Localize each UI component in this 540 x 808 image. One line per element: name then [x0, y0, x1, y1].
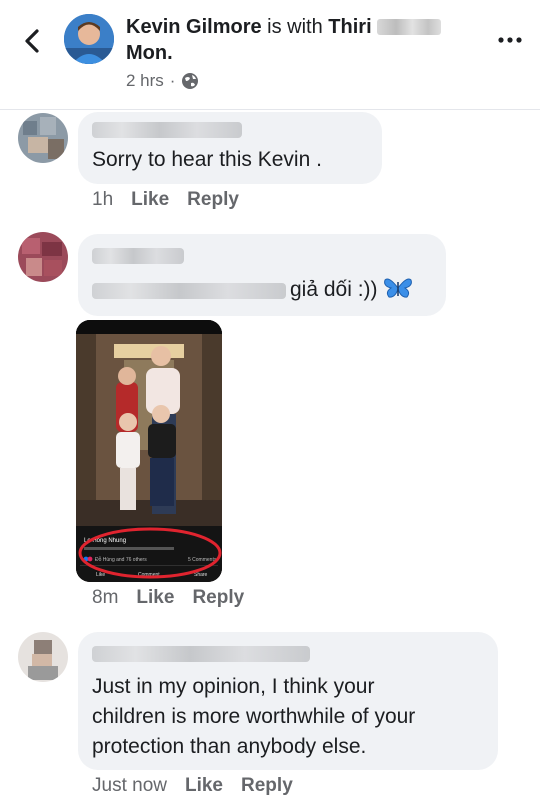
butterfly-emoji-icon — [384, 278, 413, 298]
with-text: is with — [261, 16, 329, 38]
like-button[interactable]: Like — [136, 587, 174, 609]
like-button[interactable]: Like — [131, 189, 169, 211]
comment-bubble: Sorry to hear this Kevin . — [78, 112, 382, 184]
commenter-name-blurred[interactable] — [92, 646, 310, 662]
post-header: Kevin Gilmore is with Thiri Mon. 2 hrs · — [0, 0, 540, 110]
globe-icon — [182, 73, 199, 89]
blurred-name-part — [377, 19, 442, 35]
comment-time[interactable]: Just now — [92, 775, 167, 797]
photo-share: Share — [194, 572, 208, 578]
photo-like: Like — [96, 572, 105, 578]
comment-actions: Just now Like Reply — [92, 775, 293, 797]
commenter-avatar[interactable] — [18, 632, 68, 682]
comment-text: giả dối :)) — [290, 275, 413, 305]
comment-text: Sorry to hear this Kevin . — [92, 148, 322, 171]
post-title: Kevin Gilmore is with Thiri Mon. — [126, 14, 466, 66]
reply-button[interactable]: Reply — [187, 189, 239, 211]
reply-button[interactable]: Reply — [192, 587, 244, 609]
comment-actions: 8m Like Reply — [92, 587, 244, 609]
photo-comment-count: 5 Comments — [188, 557, 217, 563]
like-button[interactable]: Like — [185, 775, 223, 797]
post-time[interactable]: 2 hrs — [126, 71, 164, 91]
comment-actions: 1h Like Reply — [92, 189, 239, 211]
photo-attachment[interactable]: Le Hong Nhung Đỗ Hùng and 76 others 5 Co… — [76, 320, 222, 582]
comment-bubble: giả dối :)) — [78, 234, 446, 316]
commenter-name-blurred[interactable] — [92, 122, 242, 138]
photo-reactions: Đỗ Hùng and 76 others — [95, 556, 147, 563]
commenter-avatar[interactable] — [18, 232, 68, 282]
comment-time[interactable]: 8m — [92, 587, 118, 609]
blurred-text — [92, 283, 286, 299]
comment-text-line: protection than anybody else. — [92, 735, 367, 758]
comment-text-line: children is more worthwhile of your — [92, 705, 416, 728]
post-meta: 2 hrs · — [126, 71, 199, 91]
back-icon[interactable] — [18, 24, 48, 58]
comment-time[interactable]: 1h — [92, 189, 113, 211]
more-options-icon[interactable] — [492, 26, 528, 54]
comment-bubble: Just in my opinion, I think your childre… — [78, 632, 498, 770]
meta-separator: · — [169, 71, 176, 90]
comment-text-line: Just in my opinion, I think your — [92, 675, 375, 698]
reply-button[interactable]: Reply — [241, 775, 293, 797]
author-name[interactable]: Kevin Gilmore — [126, 16, 262, 38]
commenter-avatar[interactable] — [18, 113, 68, 163]
commenter-name-blurred[interactable] — [92, 248, 184, 264]
author-avatar[interactable] — [64, 14, 114, 64]
